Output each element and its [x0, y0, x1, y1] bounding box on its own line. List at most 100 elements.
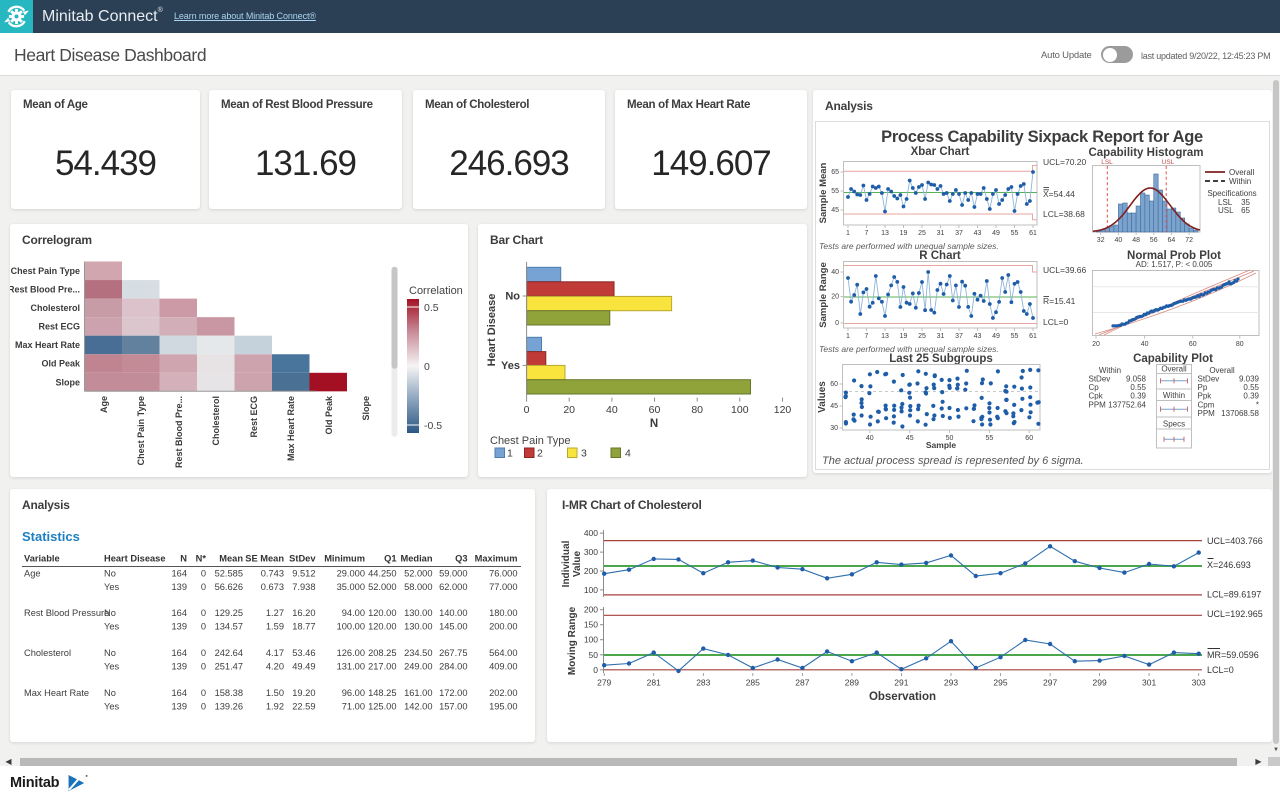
svg-text:Correlation: Correlation — [409, 285, 463, 297]
svg-text:Rest Blood Pressure: Rest Blood Pressure — [24, 608, 109, 618]
svg-text:20: 20 — [563, 404, 575, 416]
svg-text:249.00: 249.00 — [404, 661, 432, 671]
svg-text:158.38: 158.38 — [215, 688, 243, 698]
svg-text:1.27: 1.27 — [266, 608, 284, 618]
svg-text:45: 45 — [906, 435, 914, 442]
svg-text:120: 120 — [774, 404, 792, 416]
svg-text:UCL=403.766: UCL=403.766 — [1207, 536, 1263, 546]
svg-text:Old Peak: Old Peak — [324, 395, 334, 435]
svg-text:Overall: Overall — [1161, 365, 1187, 374]
svg-text:0: 0 — [201, 608, 206, 618]
svg-text:208.25: 208.25 — [368, 648, 396, 658]
svg-text:564.00: 564.00 — [489, 648, 517, 658]
svg-text:Variable: Variable — [24, 554, 60, 564]
svg-text:Minimum: Minimum — [324, 554, 365, 564]
svg-text:0: 0 — [201, 688, 206, 698]
svg-text:X=54.44: X=54.44 — [1043, 189, 1075, 199]
svg-text:0.5: 0.5 — [424, 302, 439, 314]
svg-text:9.512: 9.512 — [292, 569, 315, 579]
svg-text:35.000: 35.000 — [337, 582, 365, 592]
svg-text:96.00: 96.00 — [342, 688, 365, 698]
svg-text:301: 301 — [1142, 678, 1156, 688]
svg-text:Value: Value — [572, 551, 583, 578]
svg-text:145.00: 145.00 — [439, 621, 467, 631]
svg-text:Chest Pain Type: Chest Pain Type — [11, 266, 80, 276]
svg-text:293: 293 — [944, 678, 958, 688]
svg-text:140.00: 140.00 — [439, 608, 467, 618]
svg-text:164: 164 — [171, 648, 187, 658]
svg-text:234.50: 234.50 — [404, 648, 432, 658]
svg-text:No: No — [104, 688, 116, 698]
svg-text:Specifications: Specifications — [1207, 189, 1256, 198]
svg-text:131.00: 131.00 — [337, 661, 365, 671]
svg-text:LCL=89.6197: LCL=89.6197 — [1207, 590, 1261, 600]
svg-text:65: 65 — [1241, 206, 1250, 215]
svg-text:303: 303 — [1192, 678, 1206, 688]
svg-text:Sample Mean: Sample Mean — [818, 162, 829, 223]
svg-text:289: 289 — [845, 678, 859, 688]
svg-text:172.00: 172.00 — [439, 688, 467, 698]
svg-text:0: 0 — [835, 320, 839, 327]
svg-text:31: 31 — [937, 333, 945, 340]
svg-text:52.000: 52.000 — [368, 582, 396, 592]
svg-text:139.26: 139.26 — [215, 701, 243, 711]
svg-text:120.00: 120.00 — [368, 608, 396, 618]
svg-text:100.00: 100.00 — [337, 621, 365, 631]
svg-text:284.00: 284.00 — [439, 661, 467, 671]
svg-text:71.00: 71.00 — [342, 701, 365, 711]
svg-text:200.00: 200.00 — [489, 621, 517, 631]
svg-text:126.00: 126.00 — [337, 648, 365, 658]
svg-text:Statistics: Statistics — [22, 529, 80, 544]
svg-text:Rest ECG: Rest ECG — [249, 396, 259, 438]
svg-text:Tests are performed with unequ: Tests are performed with unequal sample … — [819, 241, 999, 251]
svg-text:Q3: Q3 — [455, 554, 467, 564]
svg-text:80: 80 — [1236, 341, 1244, 348]
svg-text:157.00: 157.00 — [439, 701, 467, 711]
svg-text:200: 200 — [584, 605, 598, 615]
svg-text:45: 45 — [831, 207, 839, 214]
svg-text:45: 45 — [830, 403, 838, 410]
svg-text:Chest Pain Type: Chest Pain Type — [490, 435, 571, 447]
svg-text:LCL=0: LCL=0 — [1207, 665, 1234, 675]
svg-text:56: 56 — [1150, 237, 1158, 244]
svg-text:60: 60 — [1189, 341, 1197, 348]
svg-text:Maximum: Maximum — [475, 554, 518, 564]
svg-text:29.000: 29.000 — [337, 569, 365, 579]
svg-text:55: 55 — [1011, 333, 1019, 340]
svg-text:148.25: 148.25 — [368, 688, 396, 698]
svg-text:PPM: PPM — [1089, 400, 1107, 409]
svg-text:32: 32 — [1097, 237, 1105, 244]
svg-text:59.000: 59.000 — [439, 569, 467, 579]
svg-text:137068.58: 137068.58 — [1221, 409, 1259, 418]
svg-text:3: 3 — [581, 448, 587, 460]
svg-text:4.20: 4.20 — [266, 661, 284, 671]
svg-text:Values: Values — [817, 381, 828, 413]
svg-text:137752.64: 137752.64 — [1108, 400, 1146, 409]
svg-text:94.00: 94.00 — [342, 608, 365, 618]
svg-text:0: 0 — [524, 404, 530, 416]
svg-text:1: 1 — [507, 448, 513, 460]
svg-text:164: 164 — [171, 569, 187, 579]
svg-text:Overall: Overall — [1229, 168, 1255, 177]
svg-text:125.00: 125.00 — [368, 701, 396, 711]
svg-text:4.17: 4.17 — [266, 648, 284, 658]
svg-text:61: 61 — [1029, 230, 1037, 237]
svg-text:49: 49 — [992, 333, 1000, 340]
svg-text:UCL=192.965: UCL=192.965 — [1207, 609, 1263, 619]
svg-text:Cholesterol: Cholesterol — [30, 303, 80, 313]
svg-text:Slope: Slope — [55, 377, 80, 387]
svg-text:Cholesterol: Cholesterol — [24, 648, 71, 658]
svg-text:Rest ECG: Rest ECG — [38, 322, 80, 332]
svg-text:USL: USL — [1162, 159, 1175, 166]
svg-text:100: 100 — [584, 635, 598, 645]
svg-text:40: 40 — [866, 435, 874, 442]
svg-text:20: 20 — [831, 294, 839, 301]
svg-text:164: 164 — [171, 688, 187, 698]
svg-text:49: 49 — [992, 230, 1000, 237]
svg-text:49.49: 49.49 — [292, 661, 315, 671]
svg-text:60: 60 — [830, 381, 838, 388]
svg-text:251.47: 251.47 — [215, 661, 243, 671]
svg-text:52.585: 52.585 — [215, 569, 243, 579]
svg-text:61: 61 — [1029, 333, 1037, 340]
svg-text:19.20: 19.20 — [292, 688, 315, 698]
